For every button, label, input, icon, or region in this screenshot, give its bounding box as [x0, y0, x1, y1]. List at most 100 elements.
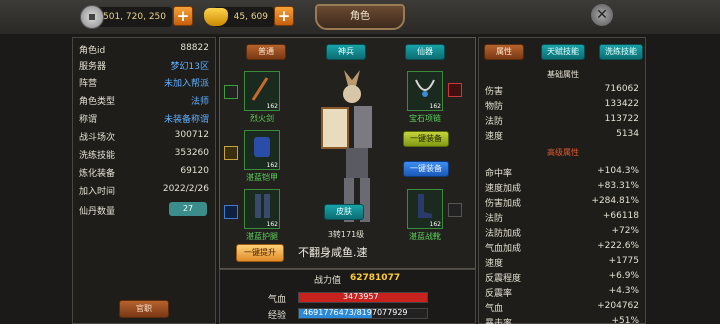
item-level: 162 — [266, 103, 278, 110]
equip-slot-leggings[interactable]: 162 — [244, 189, 280, 229]
equip-slot-necklace[interactable]: 162 — [407, 71, 443, 111]
stat-label: 气血 — [485, 304, 504, 314]
stat-row: 暴击率 +51% — [485, 315, 641, 324]
stat-value: +1775 — [608, 256, 639, 266]
stat-label: 反震率 — [485, 289, 513, 299]
upgrade-all-button[interactable]: 一键提升 — [236, 244, 284, 262]
tab-divine-weapon[interactable]: 神兵 — [326, 44, 366, 60]
power-label: 战力值 — [314, 276, 342, 286]
boots-icon — [418, 194, 432, 218]
info-label: 加入时间 — [79, 187, 116, 197]
weapon-name: 烈火剑 — [250, 114, 274, 123]
equip-all-button-1[interactable]: 一键装备 — [403, 131, 449, 147]
equip-all-button-2[interactable]: 一键装备 — [403, 161, 449, 177]
stat-row: 气血 +204762 — [485, 300, 641, 315]
stat-label: 速度 — [485, 132, 504, 142]
hp-label: 气血 — [268, 295, 287, 305]
stat-label: 暴击率 — [485, 319, 513, 324]
stat-label: 法防 — [485, 117, 504, 127]
tab-attributes[interactable]: 属性 — [484, 44, 524, 60]
stat-label: 伤害 — [485, 87, 504, 97]
gem-icon[interactable] — [224, 146, 238, 160]
info-value: 353260 — [174, 148, 209, 158]
info-label: 洗练技能 — [79, 151, 116, 161]
character-name: 不翻身咸鱼.速 — [298, 246, 368, 259]
info-value: 300712 — [174, 130, 209, 140]
gem-icon[interactable] — [224, 85, 238, 99]
stat-row: 法防加成 +72% — [485, 225, 641, 240]
tab-talent-skills[interactable]: 天赋技能 — [541, 44, 585, 60]
info-label: 仙丹数量 — [79, 207, 116, 217]
silver-currency-box: 501, 720, 250 — [92, 7, 172, 27]
stat-value: 113722 — [604, 114, 639, 124]
silver-value: 501, 720, 250 — [103, 12, 166, 22]
info-row-id: 角色id 88822 — [79, 41, 211, 57]
tab-immortal-item[interactable]: 仙器 — [405, 44, 445, 60]
armor-icon — [254, 137, 270, 157]
info-value: 69120 — [180, 166, 209, 176]
info-label: 战斗场次 — [79, 133, 116, 143]
add-gold-button[interactable]: + — [274, 6, 294, 26]
info-row-pills: 仙丹数量 27 — [79, 202, 211, 218]
tab-normal[interactable]: 普通 — [246, 44, 286, 60]
stat-row: 命中率 +104.3% — [485, 165, 641, 180]
stat-row: 反震程度 +6.9% — [485, 270, 641, 285]
advanced-attributes-title: 高级属性 — [547, 148, 579, 157]
stat-value: +104.3% — [597, 166, 639, 176]
stat-row: 反震率 +4.3% — [485, 285, 641, 300]
stat-value: +284.81% — [591, 196, 639, 206]
stat-label: 伤害加成 — [485, 199, 522, 209]
info-label: 角色id — [79, 46, 106, 56]
add-silver-button[interactable]: + — [173, 6, 193, 26]
info-row-title: 称谓 未装备称谓 — [79, 110, 211, 126]
leggings-name: 湛蓝护腿 — [246, 232, 278, 241]
item-level: 162 — [429, 221, 441, 228]
gem-icon[interactable] — [448, 83, 462, 97]
info-value: 88822 — [180, 43, 209, 53]
info-value: 未装备称谓 — [163, 115, 209, 125]
skin-button[interactable]: 皮肤 — [324, 204, 364, 220]
item-level: 162 — [266, 221, 278, 228]
info-row-class: 角色类型 法师 — [79, 92, 211, 108]
stat-label: 物防 — [485, 102, 504, 112]
info-value: 未加入帮派 — [163, 79, 209, 89]
stat-label: 反震程度 — [485, 274, 522, 284]
gold-value: 45, 609 — [233, 12, 268, 22]
tab-refine-skills[interactable]: 洗练技能 — [599, 44, 643, 60]
exp-value: 4691776473/8197077929 — [303, 308, 408, 317]
sword-icon — [251, 77, 269, 101]
stat-value: 5134 — [616, 129, 639, 139]
stat-label: 法防加成 — [485, 229, 522, 239]
stat-row: 伤害 716062 — [485, 83, 641, 98]
stat-label: 速度加成 — [485, 184, 522, 194]
equip-slot-weapon[interactable]: 162 — [244, 71, 280, 111]
equip-slot-boots[interactable]: 162 — [407, 189, 443, 229]
stat-label: 气血加成 — [485, 244, 522, 254]
info-value: 梦幻13区 — [170, 62, 209, 72]
stat-value: +51% — [611, 316, 639, 324]
info-row-faction: 阵营 未加入帮派 — [79, 74, 211, 90]
stat-row: 法防 +66118 — [485, 210, 641, 225]
info-label: 阵营 — [79, 79, 98, 89]
stat-value: 716062 — [604, 84, 639, 94]
stat-value: +222.6% — [597, 241, 639, 251]
info-row-battles: 战斗场次 300712 — [79, 128, 211, 144]
stat-row: 速度 +1775 — [485, 255, 641, 270]
hp-bar: 3473957 — [298, 292, 428, 303]
gem-icon[interactable] — [448, 203, 462, 217]
item-level: 162 — [266, 162, 278, 169]
official-rank-button[interactable]: 官职 — [119, 300, 169, 318]
equip-slot-armor[interactable]: 162 — [244, 130, 280, 170]
attributes-panel: 属性 天赋技能 洗练技能 基础属性 伤害 716062 物防 133422 法防 11… — [478, 37, 646, 324]
close-icon[interactable]: ✕ — [591, 4, 613, 26]
stat-row: 气血加成 +222.6% — [485, 240, 641, 255]
gem-icon[interactable] — [224, 205, 238, 219]
silver-coin-icon — [80, 5, 104, 29]
stat-value: +66118 — [602, 211, 639, 221]
stat-value: +204762 — [597, 301, 639, 311]
page-title: 角色 — [315, 4, 405, 30]
stat-value: +4.3% — [608, 286, 639, 296]
power-value: 62781077 — [350, 273, 401, 283]
gold-ingot-icon — [204, 8, 228, 26]
info-label: 角色类型 — [79, 97, 116, 107]
